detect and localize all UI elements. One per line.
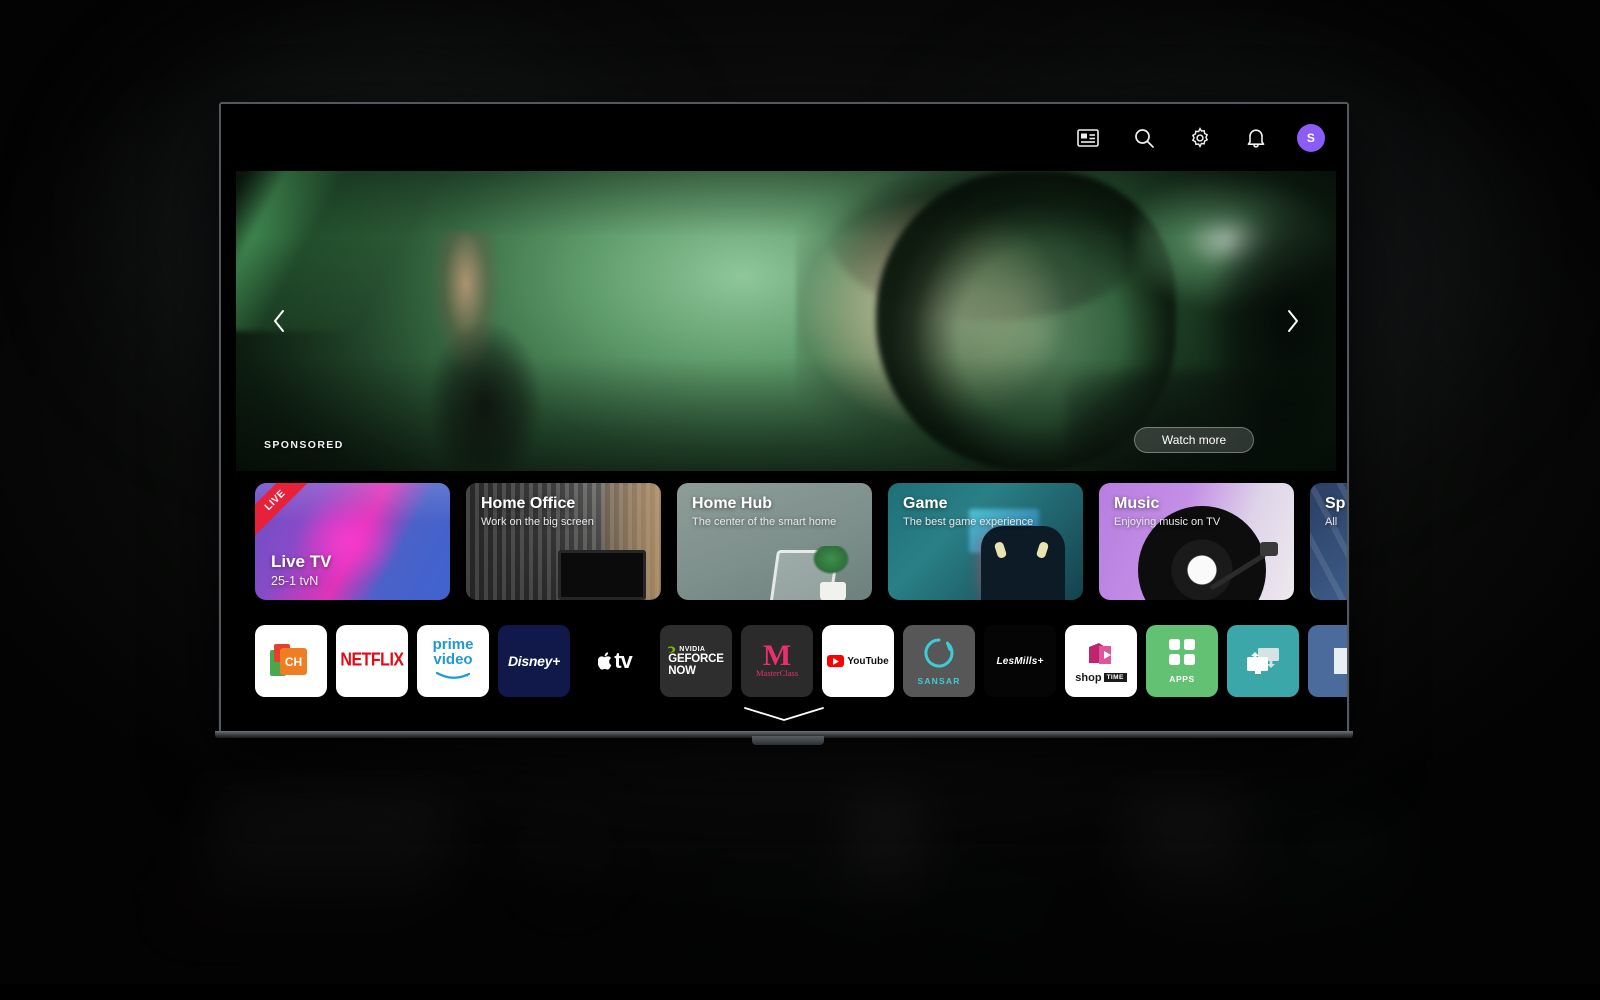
- tile-home-office[interactable]: Home Office Work on the big screen: [466, 483, 661, 600]
- apps-grid-icon: APPS: [1168, 638, 1196, 684]
- channel-plus-icon: CH: [270, 642, 312, 680]
- apple-logo-icon: tv: [598, 648, 632, 674]
- app-channel-plus-label: CH: [285, 655, 302, 669]
- app-prime-label-1: prime: [433, 638, 474, 652]
- app-sansar[interactable]: SANSAR: [903, 625, 975, 697]
- app-masterclass[interactable]: M MasterClass: [741, 625, 813, 697]
- tile-home-hub-label: Home Hub The center of the smart home: [692, 495, 836, 528]
- app-channel-plus[interactable]: CH: [255, 625, 327, 697]
- app-disney-label: Disney+: [508, 653, 560, 669]
- category-tiles-row: LIVE Live TV 25-1 tvN Home Office Work o…: [255, 483, 1347, 600]
- tile-home-office-label: Home Office Work on the big screen: [481, 495, 594, 528]
- screen-share-icon: [1244, 646, 1282, 676]
- app-shop-time-label-2: TIME: [1104, 673, 1127, 682]
- youtube-icon: YouTube: [827, 655, 888, 667]
- tile-home-office-subtitle: Work on the big screen: [481, 516, 594, 528]
- app-shop-time[interactable]: shop TIME: [1065, 625, 1137, 697]
- app-lesmills-label: LesMills+: [996, 656, 1043, 667]
- app-netflix[interactable]: NETFLIX: [336, 625, 408, 697]
- app-geforce-label-2: NOW: [668, 665, 723, 677]
- watch-more-label: Watch more: [1162, 433, 1226, 447]
- app-prime-video[interactable]: prime video: [417, 625, 489, 697]
- expand-chevron-down-icon[interactable]: [739, 704, 829, 724]
- app-disney-plus[interactable]: Disney+: [498, 625, 570, 697]
- app-netflix-label: NETFLIX: [340, 650, 403, 671]
- app-apps-label: APPS: [1168, 674, 1196, 684]
- tile-music-title: Music: [1114, 495, 1220, 513]
- app-shop-time-label-1: shop: [1075, 672, 1101, 684]
- app-row: CH NETFLIX prime video Disney+: [255, 625, 1347, 705]
- tile-home-office-title: Home Office: [481, 495, 594, 513]
- tile-music-label: Music Enjoying music on TV: [1114, 495, 1220, 528]
- app-apps-launcher[interactable]: APPS: [1146, 625, 1218, 697]
- avatar-initial: S: [1307, 131, 1315, 145]
- bell-icon[interactable]: [1241, 123, 1271, 153]
- hero-prev-arrow[interactable]: [262, 304, 296, 338]
- sansar-icon: SANSAR: [917, 637, 960, 686]
- app-geforce-brand: NVIDIA: [679, 646, 705, 653]
- watch-more-button[interactable]: Watch more: [1134, 427, 1254, 453]
- app-geforce-label-1: GEFORCE: [668, 653, 723, 665]
- search-icon[interactable]: [1129, 123, 1159, 153]
- sponsored-label: SPONSORED: [264, 439, 344, 451]
- tile-game[interactable]: Game The best game experience: [888, 483, 1083, 600]
- geforce-now-icon: NVIDIA GEFORCE NOW: [668, 646, 723, 677]
- tile-music[interactable]: Music Enjoying music on TV: [1099, 483, 1294, 600]
- tile-sports-title: Sp: [1325, 495, 1345, 513]
- tile-live-tv-label: Live TV 25-1 tvN: [271, 552, 331, 588]
- prime-video-icon: prime video: [433, 638, 474, 685]
- app-screen-share[interactable]: [1227, 625, 1299, 697]
- floor-reflection: [0, 770, 1600, 984]
- tile-music-subtitle: Enjoying music on TV: [1114, 516, 1220, 528]
- tile-live-tv-channel: 25-1 tvN: [271, 574, 331, 588]
- masterclass-icon: M MasterClass: [756, 644, 798, 678]
- tile-home-hub[interactable]: Home Hub The center of the smart home: [677, 483, 872, 600]
- gear-icon[interactable]: [1185, 123, 1215, 153]
- tile-live-tv-title: Live TV: [271, 552, 331, 572]
- app-prime-label-2: video: [433, 652, 474, 667]
- tv-screen: S: [221, 104, 1347, 732]
- app-more[interactable]: [1308, 625, 1347, 697]
- tv-device: S: [219, 102, 1349, 734]
- tv-stand: [752, 736, 824, 745]
- tile-game-subtitle: The best game experience: [903, 516, 1033, 528]
- app-masterclass-mark: M: [756, 644, 798, 668]
- top-bar: S: [221, 104, 1347, 172]
- tile-game-label: Game The best game experience: [903, 495, 1033, 528]
- hero-image: [236, 171, 1336, 471]
- app-masterclass-label: MasterClass: [756, 668, 798, 678]
- app-geforce-now[interactable]: NVIDIA GEFORCE NOW: [660, 625, 732, 697]
- avatar[interactable]: S: [1297, 124, 1325, 152]
- hero-banner[interactable]: SPONSORED Watch more: [236, 171, 1336, 471]
- tile-game-title: Game: [903, 495, 1033, 513]
- tile-sports-subtitle: All: [1325, 516, 1345, 528]
- tile-sports-label: Sp All: [1325, 495, 1345, 528]
- document-icon: [1331, 647, 1347, 675]
- app-youtube[interactable]: YouTube: [822, 625, 894, 697]
- hero-next-arrow[interactable]: [1276, 304, 1310, 338]
- tile-home-hub-subtitle: The center of the smart home: [692, 516, 836, 528]
- app-apple-tv-label: tv: [614, 648, 632, 674]
- app-sansar-label: SANSAR: [917, 676, 960, 686]
- app-lesmills-plus[interactable]: LesMills+: [984, 625, 1056, 697]
- tile-live-tv[interactable]: LIVE Live TV 25-1 tvN: [255, 483, 450, 600]
- app-apple-tv[interactable]: tv: [579, 625, 651, 697]
- tile-home-hub-title: Home Hub: [692, 495, 836, 513]
- tile-sports[interactable]: Sp All: [1310, 483, 1347, 600]
- shop-time-icon: shop TIME: [1075, 639, 1126, 684]
- guide-icon[interactable]: [1073, 123, 1103, 153]
- app-youtube-label: YouTube: [847, 656, 888, 667]
